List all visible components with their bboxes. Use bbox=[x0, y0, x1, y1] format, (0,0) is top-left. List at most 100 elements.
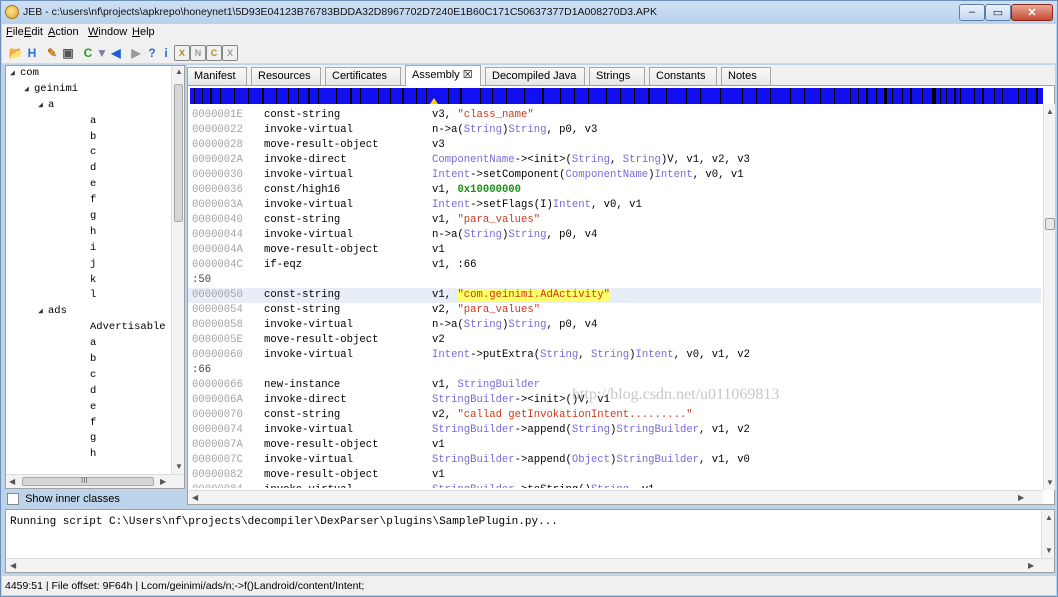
code-label-row[interactable]: :50 bbox=[188, 273, 1041, 288]
scroll-left-arrow-icon[interactable]: ◀ bbox=[9, 477, 15, 486]
tree-scroll-thumb[interactable] bbox=[174, 84, 183, 222]
scroll-down-arrow-icon[interactable]: ▼ bbox=[175, 462, 183, 471]
console-panel[interactable]: Running script C:\Users\nf\projects\deco… bbox=[5, 509, 1055, 573]
tab-strings[interactable]: Strings bbox=[589, 67, 645, 85]
menu-file[interactable]: File bbox=[6, 26, 24, 38]
code-line[interactable]: 0000005E move-result-object v2 bbox=[188, 333, 1041, 348]
tree-item[interactable]: e bbox=[6, 177, 172, 193]
tree-item[interactable]: ◢ geinimi bbox=[6, 82, 172, 98]
tab-certificates[interactable]: Certificates bbox=[325, 67, 401, 85]
tab-manifest[interactable]: Manifest bbox=[187, 67, 247, 85]
tree-item[interactable]: c bbox=[6, 368, 172, 384]
open-icon[interactable]: 📂 bbox=[8, 45, 24, 61]
code-line[interactable]: 0000004A move-result-object v1 bbox=[188, 243, 1041, 258]
c-icon[interactable]: C bbox=[206, 45, 222, 61]
code-line[interactable]: 0000001E const-string v3, "class_name" bbox=[188, 108, 1041, 123]
tree-item[interactable]: h bbox=[6, 225, 172, 241]
show-inner-classes-toggle[interactable]: Show inner classes bbox=[7, 493, 120, 507]
menu-edit[interactable]: Edit bbox=[24, 26, 43, 38]
code-line[interactable]: 00000054 const-string v2, "para_values" bbox=[188, 303, 1041, 318]
tree-item[interactable]: g bbox=[6, 209, 172, 225]
close-button[interactable]: ✕ bbox=[1011, 4, 1053, 21]
tree-item[interactable]: i bbox=[6, 241, 172, 257]
tab-notes[interactable]: Notes bbox=[721, 67, 771, 85]
console-horizontal-scrollbar[interactable]: ◀ ▶ bbox=[6, 558, 1054, 572]
tree-item[interactable]: d bbox=[6, 161, 172, 177]
tree-item[interactable]: g bbox=[6, 431, 172, 447]
tree-vertical-scrollbar[interactable]: ▲ ▼ bbox=[171, 66, 184, 474]
code-line[interactable]: 00000028 move-result-object v3 bbox=[188, 138, 1041, 153]
minimize-button[interactable]: – bbox=[959, 4, 985, 21]
scroll-right-arrow-icon[interactable]: ▶ bbox=[1028, 561, 1034, 570]
scroll-up-arrow-icon[interactable]: ▲ bbox=[1045, 513, 1053, 522]
title-bar[interactable]: JEB - c:\users\nf\projects\apkrepo\honey… bbox=[1, 1, 1057, 23]
code-line[interactable]: 00000066 new-instance v1, StringBuilder bbox=[188, 378, 1041, 393]
editor-vertical-scrollbar[interactable]: ▲ ▼ bbox=[1043, 104, 1055, 490]
code-line[interactable]: 0000002A invoke-direct ComponentName-><ini… bbox=[188, 153, 1041, 168]
tree-item[interactable]: f bbox=[6, 416, 172, 432]
wrench-icon[interactable]: ✎ bbox=[44, 45, 60, 61]
cross-icon[interactable]: X bbox=[174, 45, 190, 61]
tree-item[interactable]: a bbox=[6, 336, 172, 352]
tree-item[interactable]: a bbox=[6, 114, 172, 130]
save-icon[interactable]: H bbox=[24, 45, 40, 61]
scroll-right-arrow-icon[interactable]: ▶ bbox=[1018, 493, 1024, 502]
tree-item[interactable]: ◢ com bbox=[6, 66, 172, 82]
code-line[interactable]: 00000044 invoke-virtual n->a(String)String… bbox=[188, 228, 1041, 243]
forward-icon[interactable]: ▶ bbox=[128, 45, 144, 61]
editor-scroll-thumb[interactable] bbox=[1045, 218, 1055, 230]
tree-item[interactable]: Advertisable bbox=[6, 320, 172, 336]
expand-arrow-icon[interactable]: ◢ bbox=[38, 304, 48, 320]
scroll-up-arrow-icon[interactable]: ▲ bbox=[1046, 107, 1054, 116]
tree-item[interactable]: c bbox=[6, 145, 172, 161]
assembly-code[interactable]: 0000001E const-string v3, "class_name" 0000… bbox=[188, 108, 1041, 488]
code-line[interactable]: 00000084 invoke-virtual StringBuilder->toS… bbox=[188, 483, 1041, 488]
code-overview-bar[interactable] bbox=[190, 88, 1043, 104]
scroll-down-arrow-icon[interactable]: ▼ bbox=[1045, 546, 1053, 555]
editor-horizontal-scrollbar[interactable]: ◀ ▶ bbox=[188, 490, 1043, 504]
scroll-right-arrow-icon[interactable]: ▶ bbox=[160, 477, 166, 486]
tree-item[interactable]: j bbox=[6, 257, 172, 273]
back-icon[interactable]: ◀ bbox=[108, 45, 124, 61]
code-line[interactable]: 0000007C invoke-virtual StringBuilder->app… bbox=[188, 453, 1041, 468]
menu-window[interactable]: Window bbox=[88, 26, 127, 38]
tree-item[interactable]: f bbox=[6, 193, 172, 209]
menu-action[interactable]: Action bbox=[48, 26, 79, 38]
tree-item[interactable]: b bbox=[6, 352, 172, 368]
info-icon[interactable]: i bbox=[158, 45, 174, 61]
tree-item[interactable]: k bbox=[6, 273, 172, 289]
code-line[interactable]: 0000007A move-result-object v1 bbox=[188, 438, 1041, 453]
tree-item[interactable]: e bbox=[6, 400, 172, 416]
tree-item[interactable]: b bbox=[6, 130, 172, 146]
code-line[interactable]: 0000006A invoke-direct StringBuilder-><ini… bbox=[188, 393, 1041, 408]
tab-constants[interactable]: Constants bbox=[649, 67, 717, 85]
code-line[interactable]: 00000058 invoke-virtual n->a(String)String… bbox=[188, 318, 1041, 333]
tree-item[interactable]: l bbox=[6, 288, 172, 304]
code-line[interactable]: 00000060 invoke-virtual Intent->putExtra(S… bbox=[188, 348, 1041, 363]
code-line[interactable]: 00000050 const-string v1, "com.geinimi.AdA… bbox=[188, 288, 1041, 303]
expand-arrow-icon[interactable]: ◢ bbox=[24, 82, 34, 98]
code-line[interactable]: 0000003A invoke-virtual Intent->setFlags(I… bbox=[188, 198, 1041, 213]
x-disabled-icon[interactable]: X bbox=[222, 45, 238, 61]
tree-item[interactable]: d bbox=[6, 384, 172, 400]
code-line[interactable]: 00000030 invoke-virtual Intent->setCompone… bbox=[188, 168, 1041, 183]
scroll-left-arrow-icon[interactable]: ◀ bbox=[192, 493, 198, 502]
console-vertical-scrollbar[interactable]: ▲ ▼ bbox=[1041, 510, 1054, 558]
tab-decompiled-java[interactable]: Decompiled Java bbox=[485, 67, 585, 85]
code-line[interactable]: 00000074 invoke-virtual StringBuilder->app… bbox=[188, 423, 1041, 438]
tree-item[interactable]: h bbox=[6, 447, 172, 463]
code-line[interactable]: 00000082 move-result-object v1 bbox=[188, 468, 1041, 483]
settings-icon[interactable]: ▣ bbox=[60, 45, 76, 61]
scroll-down-arrow-icon[interactable]: ▼ bbox=[1046, 478, 1054, 487]
code-line[interactable]: 00000036 const/high16 v1, 0x10000000 bbox=[188, 183, 1041, 198]
tree-hscroll-thumb[interactable]: III bbox=[22, 476, 154, 486]
code-line[interactable]: 0000004C if-eqz v1, :66 bbox=[188, 258, 1041, 273]
tree-horizontal-scrollbar[interactable]: ◀ III ▶ bbox=[6, 474, 184, 488]
code-line[interactable]: 00000022 invoke-virtual n->a(String)String… bbox=[188, 123, 1041, 138]
scroll-left-arrow-icon[interactable]: ◀ bbox=[10, 561, 16, 570]
maximize-button[interactable]: ▭ bbox=[985, 4, 1011, 21]
expand-arrow-icon[interactable]: ◢ bbox=[38, 98, 48, 114]
tab-resources[interactable]: Resources bbox=[251, 67, 321, 85]
scroll-up-arrow-icon[interactable]: ▲ bbox=[175, 67, 183, 76]
tree-item[interactable]: ◢ a bbox=[6, 98, 172, 114]
